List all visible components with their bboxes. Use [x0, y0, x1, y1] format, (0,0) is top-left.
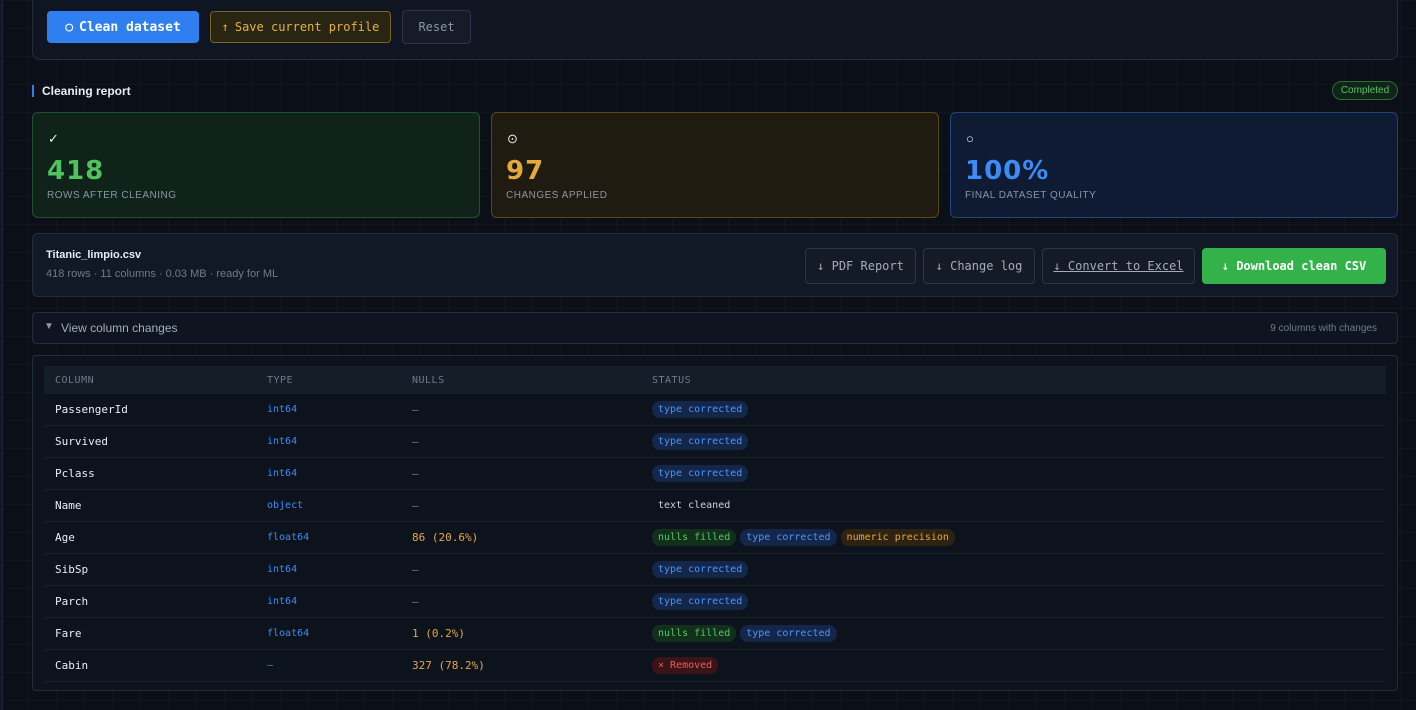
column-changes-table: COLUMN TYPE NULLS STATUS PassengerId int6… [32, 355, 1398, 691]
status-tag: type corrected [652, 465, 749, 482]
change-log-button[interactable]: ↓ Change log [923, 248, 1035, 284]
cell-nulls: — [412, 435, 419, 448]
cell-status: nulls filled type corrected [652, 625, 837, 642]
header-status: STATUS [652, 375, 692, 386]
stat-value-quality: 100% [965, 156, 1050, 186]
left-rail [0, 0, 3, 710]
status-tag: type corrected [652, 593, 749, 610]
section-title: Cleaning report [42, 84, 131, 98]
cell-column-name: Cabin [55, 659, 89, 672]
cell-nulls: — [412, 403, 419, 416]
cell-type: float64 [267, 628, 310, 639]
cell-status: type corrected [652, 433, 749, 450]
cell-column-name: Pclass [55, 467, 95, 480]
stat-label-rows: ROWS AFTER CLEANING [47, 190, 177, 201]
header-type: TYPE [267, 375, 294, 386]
status-tag: numeric precision [840, 529, 955, 546]
header-nulls: NULLS [412, 375, 445, 386]
cell-column-name: Survived [55, 435, 108, 448]
column-changes-toggle[interactable]: ▼ View column changes 9 columns with cha… [32, 312, 1398, 344]
cell-type: int64 [267, 596, 298, 607]
cell-nulls: — [412, 467, 419, 480]
cell-type: int64 [267, 404, 298, 415]
cell-status: text cleaned [652, 497, 736, 514]
status-tag: type corrected [740, 529, 837, 546]
column-changes-count: 9 columns with changes [1270, 323, 1377, 334]
stat-card-changes: ⊙ 97 CHANGES APPLIED [491, 112, 939, 218]
stat-value-rows: 418 [47, 156, 105, 186]
cell-column-name: Age [55, 531, 75, 544]
table-header: COLUMN TYPE NULLS STATUS [44, 366, 1386, 394]
status-tag: type corrected [740, 625, 837, 642]
status-tag: text cleaned [658, 500, 731, 511]
save-profile-button[interactable]: ↑ Save current profile [210, 11, 391, 43]
cell-status: nulls filled type corrected numeric precis… [652, 529, 955, 546]
save-profile-label: Save current profile [234, 20, 380, 34]
cell-type: int64 [267, 436, 298, 447]
stat-card-quality: ○ 100% FINAL DATASET QUALITY [950, 112, 1398, 218]
cell-nulls: — [412, 595, 419, 608]
table-row: Survived int64 — type corrected [44, 426, 1386, 458]
table-row: Cabin — 327 (78.2%) × Removed [44, 650, 1386, 682]
cell-status: × Removed [652, 657, 719, 674]
cell-type: — [267, 660, 274, 671]
cell-type: int64 [267, 468, 298, 479]
stat-label-quality: FINAL DATASET QUALITY [965, 190, 1097, 201]
arrow-up-icon: ↑ [221, 20, 229, 34]
download-csv-button[interactable]: ↓ Download clean CSV [1202, 248, 1386, 284]
chevron-down-icon: ▼ [44, 321, 54, 332]
reset-button[interactable]: Reset [402, 10, 471, 44]
cell-nulls: 1 (0.2%) [412, 627, 465, 640]
status-tag: type corrected [652, 561, 749, 578]
cell-status: type corrected [652, 401, 749, 418]
cell-nulls: 327 (78.2%) [412, 659, 485, 672]
status-tag: nulls filled [652, 625, 737, 642]
cell-status: type corrected [652, 561, 749, 578]
clean-dataset-button[interactable]: ○ Clean dataset [47, 11, 199, 43]
table-row: Fare float64 1 (0.2%) nulls filled type corr… [44, 618, 1386, 650]
cell-column-name: Parch [55, 595, 89, 608]
cell-status: type corrected [652, 465, 749, 482]
table-row: Name object — text cleaned [44, 490, 1386, 522]
cell-column-name: Name [55, 499, 82, 512]
status-tag: type corrected [652, 433, 749, 450]
column-changes-label: View column changes [61, 321, 178, 335]
cell-column-name: Fare [55, 627, 82, 640]
target-icon: ⊙ [507, 131, 518, 146]
stat-value-changes: 97 [506, 156, 545, 186]
status-tag: × Removed [652, 657, 719, 674]
file-bar: Titanic_limpio.csv 418 rows · 11 columns… [32, 233, 1398, 297]
cell-status: type corrected [652, 593, 749, 610]
cell-nulls: — [412, 563, 419, 576]
circle-icon: ○ [966, 131, 974, 146]
file-name: Titanic_limpio.csv [46, 249, 142, 261]
table-row: Parch int64 — type corrected [44, 586, 1386, 618]
status-tag: type corrected [652, 401, 749, 418]
file-meta: 418 rows · 11 columns · 0.03 MB · ready … [46, 268, 279, 280]
check-icon: ✓ [48, 131, 59, 146]
table-row: PassengerId int64 — type corrected [44, 394, 1386, 426]
status-badge: Completed [1332, 81, 1398, 100]
cell-column-name: SibSp [55, 563, 89, 576]
table-row: Pclass int64 — type corrected [44, 458, 1386, 490]
cell-type: float64 [267, 532, 310, 543]
convert-excel-button[interactable]: ↓ Convert to Excel [1042, 248, 1195, 284]
section-accent-bar [32, 85, 34, 97]
table-row: Age float64 86 (20.6%) nulls filled type cor… [44, 522, 1386, 554]
clean-dataset-label: Clean dataset [79, 19, 181, 35]
status-tag: nulls filled [652, 529, 737, 546]
cell-nulls: — [412, 499, 419, 512]
stat-label-changes: CHANGES APPLIED [506, 190, 608, 201]
cell-nulls: 86 (20.6%) [412, 531, 479, 544]
header-column: COLUMN [55, 375, 95, 386]
cell-column-name: PassengerId [55, 403, 128, 416]
table-row: SibSp int64 — type corrected [44, 554, 1386, 586]
pdf-report-button[interactable]: ↓ PDF Report [805, 248, 916, 284]
circle-icon: ○ [65, 19, 74, 35]
stat-card-rows: ✓ 418 ROWS AFTER CLEANING [32, 112, 480, 218]
cell-type: object [267, 500, 304, 511]
cell-type: int64 [267, 564, 298, 575]
